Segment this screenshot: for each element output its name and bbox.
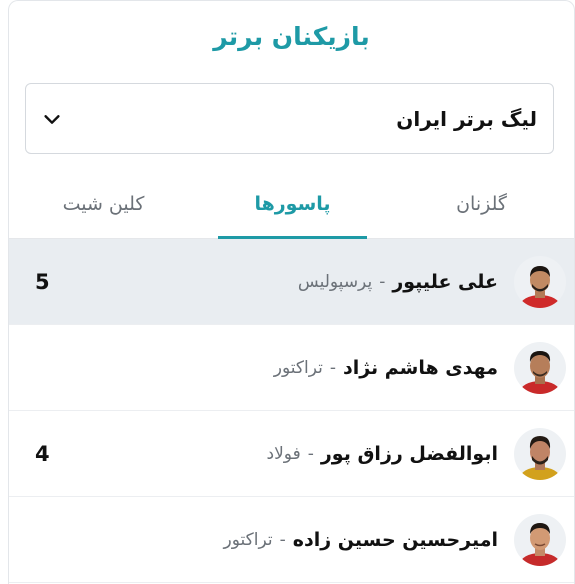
player-avatar: [514, 341, 566, 394]
player-row[interactable]: امیرحسین حسین زاده - تراکتور: [9, 497, 574, 583]
tab-assists[interactable]: پاسورها: [198, 169, 387, 239]
separator: -: [379, 271, 386, 292]
player-name[interactable]: ابوالفضل رزاق پور: [321, 443, 498, 465]
tab-clean-sheets[interactable]: کلین شیت: [9, 169, 198, 238]
player-avatar: [514, 513, 566, 566]
club-name: فولاد: [266, 443, 301, 464]
player-info: ابوالفضل رزاق پور - فولاد: [267, 443, 498, 465]
player-name[interactable]: مهدی هاشم نژاد: [343, 357, 498, 379]
tab-scorers[interactable]: گلزنان: [387, 169, 574, 238]
widget-title: بازیکنان برتر: [213, 21, 370, 51]
assist-count: 4: [35, 441, 50, 466]
separator: -: [279, 529, 286, 550]
player-info: مهدی هاشم نژاد - تراکتور: [274, 357, 498, 379]
player-avatar: [514, 427, 566, 480]
club-name: پرسپولیس: [297, 271, 373, 292]
player-row[interactable]: مهدی هاشم نژاد - تراکتور: [9, 325, 574, 411]
club-name: تراکتور: [273, 357, 323, 378]
separator: -: [307, 443, 314, 464]
chevron-down-icon: [40, 107, 64, 131]
players-list: علی علیپور - پرسپولیس 5 مهدی هاشم نژاد -…: [9, 239, 574, 583]
player-avatar: [514, 255, 566, 308]
assist-count: 5: [35, 269, 50, 294]
club-name: تراکتور: [223, 529, 273, 550]
stat-tabs: گلزنان پاسورها کلین شیت: [9, 169, 574, 239]
player-name[interactable]: امیرحسین حسین زاده: [293, 529, 498, 551]
league-select-value: لیگ برتر ایران: [396, 106, 537, 131]
top-players-card: بازیکنان برتر لیگ برتر ایران گلزنان پاسو…: [8, 0, 575, 584]
player-info: علی علیپور - پرسپولیس: [298, 271, 498, 293]
player-row[interactable]: ابوالفضل رزاق پور - فولاد 4: [9, 411, 574, 497]
separator: -: [329, 357, 336, 378]
league-select[interactable]: لیگ برتر ایران: [25, 83, 554, 154]
player-name[interactable]: علی علیپور: [392, 271, 498, 293]
player-info: امیرحسین حسین زاده - تراکتور: [224, 529, 498, 551]
player-row[interactable]: علی علیپور - پرسپولیس 5: [9, 239, 574, 325]
